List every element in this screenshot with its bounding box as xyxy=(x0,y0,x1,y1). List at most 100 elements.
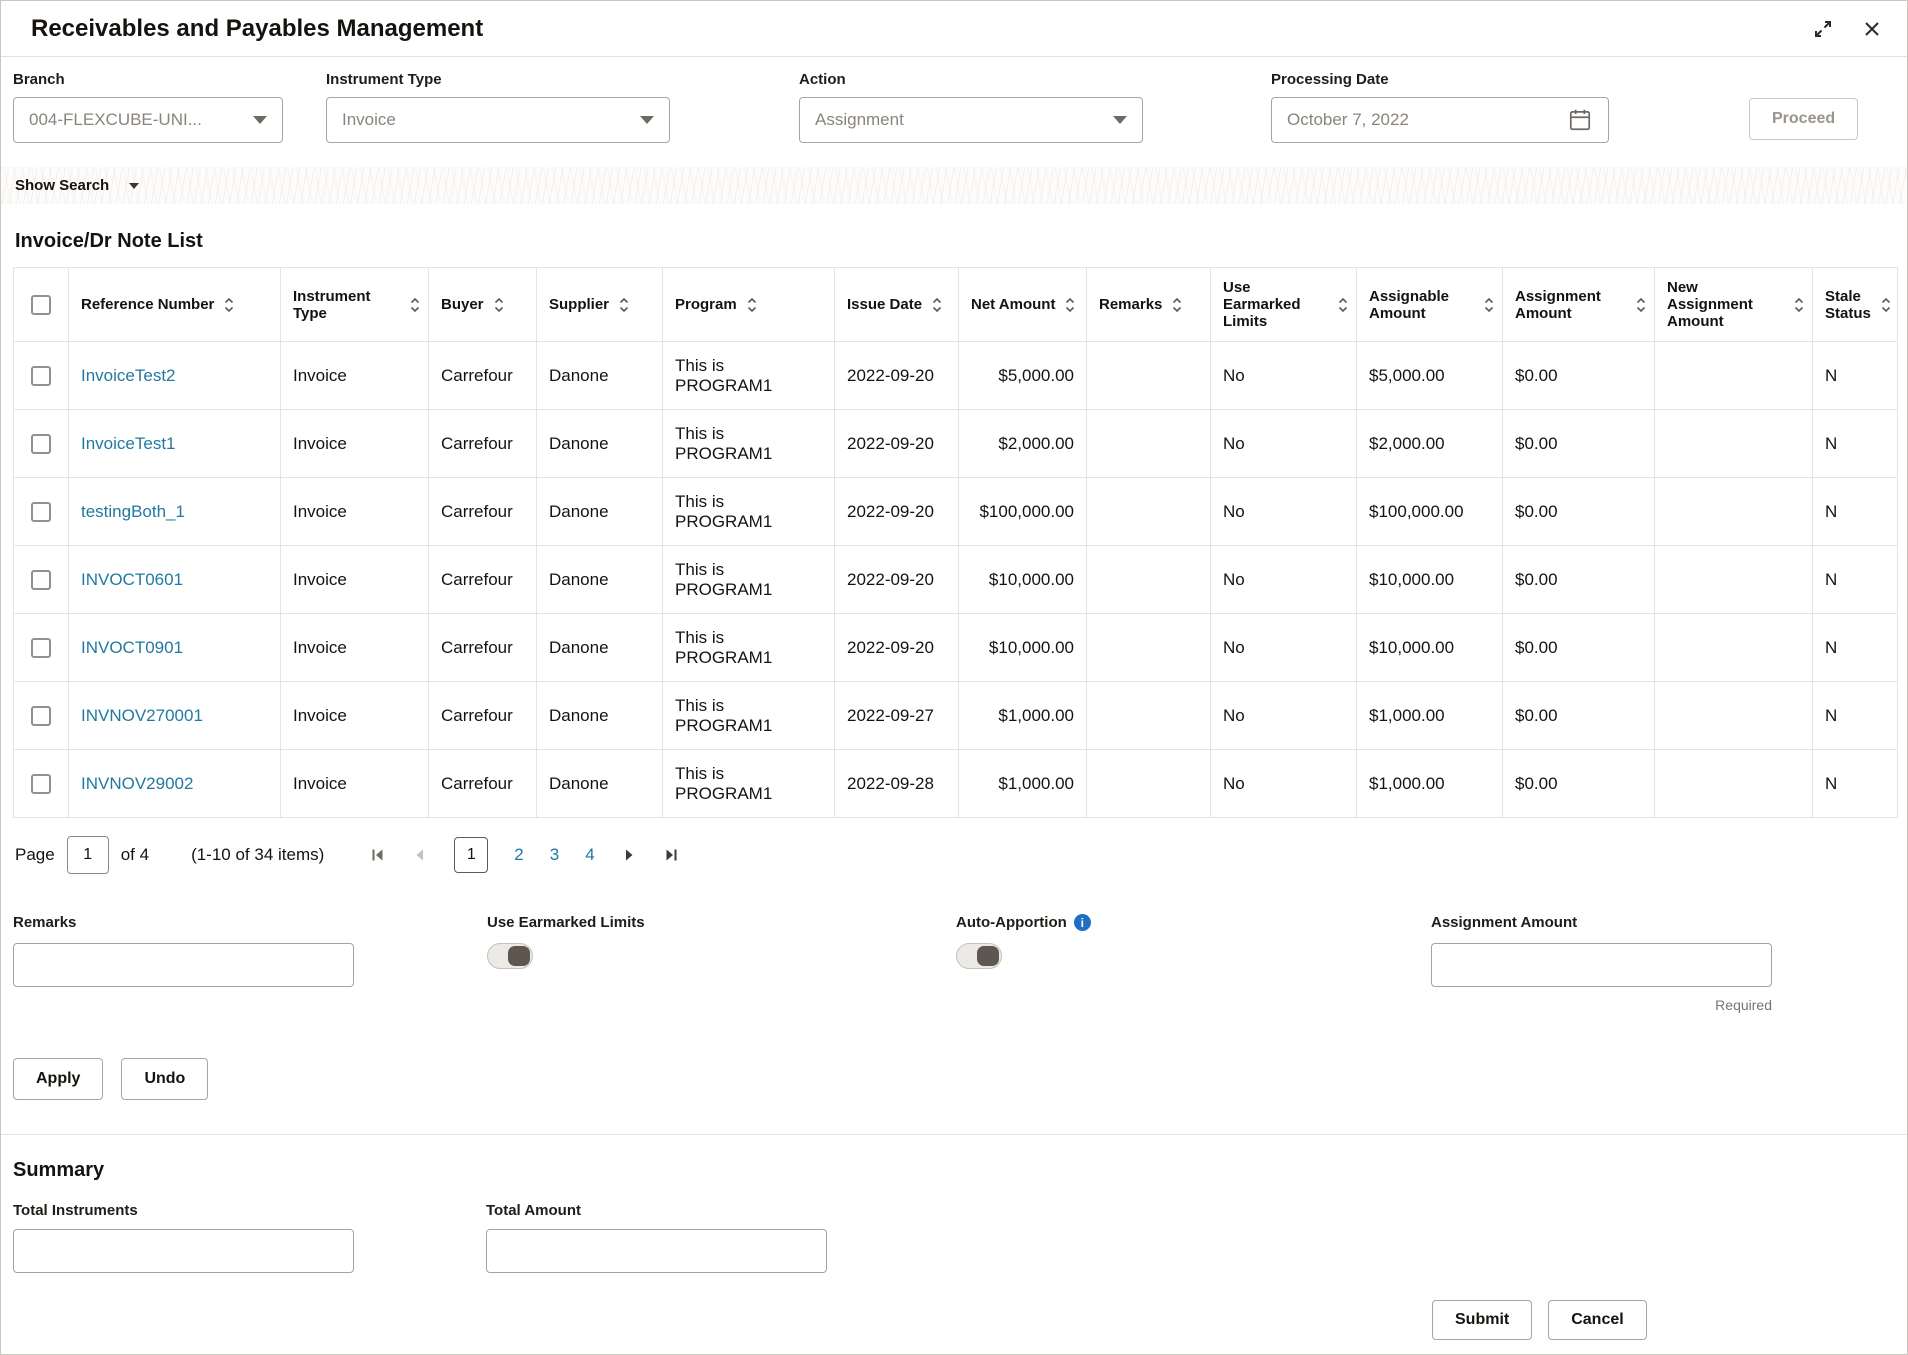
table-header-row: Reference Number Instrument Type Buyer S… xyxy=(13,267,1898,342)
col-net-amount[interactable]: Net Amount xyxy=(958,267,1087,342)
cell-supplier: Danone xyxy=(536,613,663,682)
row-checkbox[interactable] xyxy=(31,365,51,386)
sort-icon[interactable] xyxy=(1172,297,1182,313)
cell-assignable-amount: $100,000.00 xyxy=(1356,477,1503,546)
instrument-type-select[interactable]: Invoice xyxy=(326,97,670,143)
proceed-button[interactable]: Proceed xyxy=(1749,98,1859,140)
use-earmarked-limits-label: Use Earmarked Limits xyxy=(487,914,645,931)
cell-net-amount: $10,000.00 xyxy=(958,613,1087,682)
cell-reference-number: INVOCT0601 xyxy=(68,545,281,614)
page-number-input[interactable] xyxy=(66,836,109,874)
cell-instrument-type: Invoice xyxy=(280,545,429,614)
reference-link[interactable]: INVNOV270001 xyxy=(81,706,203,725)
show-search-toggle[interactable]: Show Search xyxy=(1,167,1907,204)
cell-supplier: Danone xyxy=(536,477,663,546)
sort-icon[interactable] xyxy=(932,297,942,313)
close-icon[interactable] xyxy=(1863,20,1881,38)
remarks-input[interactable] xyxy=(13,943,354,987)
col-reference-number[interactable]: Reference Number xyxy=(68,267,281,342)
filter-bar: Branch 004-FLEXCUBE-UNI... Instrument Ty… xyxy=(1,57,1907,167)
row-checkbox[interactable] xyxy=(31,773,51,794)
assignment-amount-label: Assignment Amount xyxy=(1431,914,1578,931)
sort-icon[interactable] xyxy=(224,297,234,313)
cell-use-earmarked-limits: No xyxy=(1210,341,1357,410)
sort-icon[interactable] xyxy=(494,297,504,313)
row-select-cell xyxy=(13,749,69,818)
row-checkbox[interactable] xyxy=(31,433,51,454)
sort-icon[interactable] xyxy=(1881,297,1891,313)
auto-apportion-toggle[interactable] xyxy=(956,943,1002,969)
cell-program: This is PROGRAM1 xyxy=(662,545,835,614)
table-row: InvoiceTest1 Invoice Carrefour Danone Th… xyxy=(13,409,1898,478)
select-all-checkbox[interactable] xyxy=(31,294,51,315)
calendar-icon[interactable] xyxy=(1567,107,1593,133)
col-use-earmarked-limits[interactable]: Use Earmarked Limits xyxy=(1210,267,1357,342)
row-select-cell xyxy=(13,409,69,478)
sort-icon[interactable] xyxy=(747,297,757,313)
cell-reference-number: InvoiceTest1 xyxy=(68,409,281,478)
col-assignable-amount[interactable]: Assignable Amount xyxy=(1356,267,1503,342)
page-4-link[interactable]: 4 xyxy=(585,845,594,865)
col-supplier[interactable]: Supplier xyxy=(536,267,663,342)
next-page-icon[interactable] xyxy=(621,847,637,863)
action-select[interactable]: Assignment xyxy=(799,97,1143,143)
assignment-amount-input[interactable] xyxy=(1431,943,1772,987)
cell-new-assignment-amount xyxy=(1654,409,1813,478)
col-issue-date[interactable]: Issue Date xyxy=(834,267,959,342)
total-instruments-input[interactable] xyxy=(13,1229,354,1273)
page-2-link[interactable]: 2 xyxy=(514,845,523,865)
reference-link[interactable]: InvoiceTest1 xyxy=(81,434,176,453)
reference-link[interactable]: testingBoth_1 xyxy=(81,502,185,521)
sort-icon[interactable] xyxy=(1338,297,1348,313)
col-new-assignment-amount[interactable]: New Assignment Amount xyxy=(1654,267,1813,342)
col-remarks[interactable]: Remarks xyxy=(1086,267,1211,342)
col-buyer[interactable]: Buyer xyxy=(428,267,537,342)
summary-title: Summary xyxy=(13,1159,105,1181)
restore-icon[interactable] xyxy=(1813,19,1833,39)
row-checkbox[interactable] xyxy=(31,637,51,658)
processing-date-input[interactable]: October 7, 2022 xyxy=(1271,97,1609,143)
processing-date-value: October 7, 2022 xyxy=(1287,110,1409,129)
first-page-icon[interactable] xyxy=(370,847,386,863)
page-3-link[interactable]: 3 xyxy=(550,845,559,865)
sort-icon[interactable] xyxy=(410,297,420,313)
cancel-button[interactable]: Cancel xyxy=(1548,1300,1647,1340)
previous-page-icon[interactable] xyxy=(412,847,428,863)
reference-link[interactable]: INVOCT0901 xyxy=(81,638,183,657)
footer-actions: Submit Cancel xyxy=(1432,1300,1647,1340)
row-select-cell xyxy=(13,681,69,750)
page-title: Receivables and Payables Management xyxy=(31,14,484,42)
branch-select[interactable]: 004-FLEXCUBE-UNI... xyxy=(13,97,283,143)
cell-assignable-amount: $10,000.00 xyxy=(1356,545,1503,614)
use-earmarked-limits-toggle[interactable] xyxy=(487,943,533,969)
processing-date-label: Processing Date xyxy=(1271,71,1389,88)
cell-buyer: Carrefour xyxy=(428,749,537,818)
reference-link[interactable]: INVNOV29002 xyxy=(81,774,193,793)
col-instrument-type[interactable]: Instrument Type xyxy=(280,267,429,342)
apply-button[interactable]: Apply xyxy=(13,1058,104,1100)
row-checkbox[interactable] xyxy=(31,705,51,726)
total-amount-input[interactable] xyxy=(486,1229,827,1273)
sort-icon[interactable] xyxy=(1636,297,1646,313)
submit-button[interactable]: Submit xyxy=(1432,1300,1533,1340)
sort-icon[interactable] xyxy=(1065,297,1075,313)
cell-new-assignment-amount xyxy=(1654,477,1813,546)
page-1-current[interactable]: 1 xyxy=(454,837,489,873)
sort-icon[interactable] xyxy=(1484,297,1494,313)
table-body: InvoiceTest2 Invoice Carrefour Danone Th… xyxy=(13,341,1898,818)
undo-button[interactable]: Undo xyxy=(121,1058,209,1100)
cell-stale-status: N xyxy=(1812,477,1898,546)
row-checkbox[interactable] xyxy=(31,569,51,590)
col-assignment-amount[interactable]: Assignment Amount xyxy=(1502,267,1655,342)
last-page-icon[interactable] xyxy=(663,847,679,863)
sort-icon[interactable] xyxy=(619,297,629,313)
col-stale-status[interactable]: Stale Status xyxy=(1812,267,1898,342)
cell-stale-status: N xyxy=(1812,681,1898,750)
reference-link[interactable]: INVOCT0601 xyxy=(81,570,183,589)
info-icon[interactable]: i xyxy=(1073,914,1091,931)
sort-icon[interactable] xyxy=(1794,297,1804,313)
col-program[interactable]: Program xyxy=(662,267,835,342)
row-checkbox[interactable] xyxy=(31,501,51,522)
cell-issue-date: 2022-09-27 xyxy=(834,681,959,750)
reference-link[interactable]: InvoiceTest2 xyxy=(81,366,176,385)
